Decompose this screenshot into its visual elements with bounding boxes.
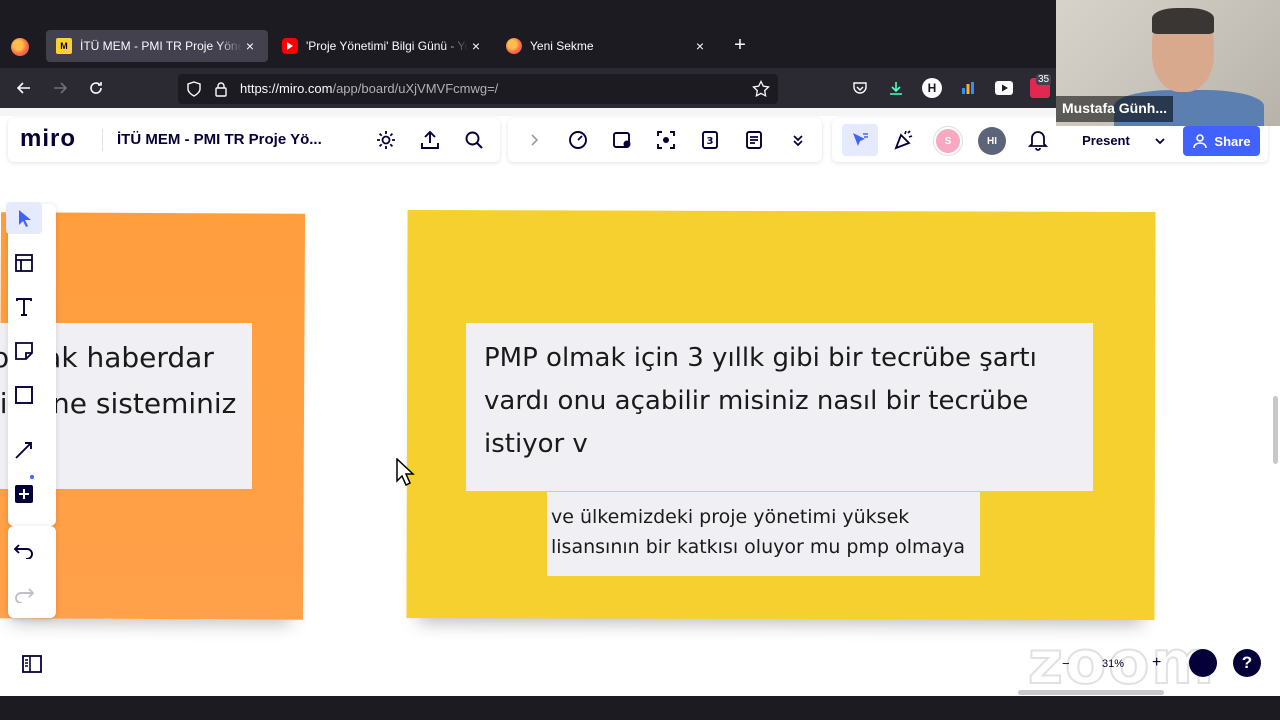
help-icon[interactable]: ? (1233, 649, 1261, 677)
url-bar[interactable]: https://miro.com/app/board/uXjVMVFcmwg=/ (178, 74, 778, 104)
redo-icon[interactable] (12, 582, 36, 606)
h-extension-icon[interactable]: H (922, 78, 942, 98)
download-icon[interactable] (886, 78, 906, 98)
url-path: /app/board/uXjVMVFcmwg=/ (332, 81, 499, 96)
user-icon (1193, 134, 1208, 149)
vertical-scrollbar[interactable] (1273, 396, 1278, 464)
back-button[interactable] (12, 76, 36, 100)
header-divider (102, 129, 103, 151)
undo-icon[interactable] (12, 538, 36, 562)
indicator-dot (30, 475, 34, 479)
close-icon[interactable]: × (242, 38, 258, 54)
text-card-question[interactable]: PMP olmak için 3 yıllk gibi bir tecrübe … (466, 323, 1093, 491)
zoom-level[interactable]: 31% (1102, 658, 1124, 670)
note-line: PMP olmak için 3 yıllk gibi bir tecrübe … (484, 343, 1037, 373)
share-label: Share (1214, 133, 1251, 149)
miro-board-canvas[interactable]: miro İTÜ MEM - PMI TR Proje Yö... 3 S HI… (0, 108, 1280, 696)
cursor-filter-icon[interactable] (842, 124, 878, 156)
chevron-down-icon[interactable] (1148, 129, 1172, 153)
svg-text:3: 3 (707, 136, 714, 147)
bookmark-star-icon[interactable] (752, 80, 770, 103)
person-hair (1152, 8, 1214, 34)
templates-icon[interactable] (12, 251, 36, 275)
share-button[interactable]: Share (1183, 126, 1260, 156)
tab-new[interactable]: Yeni Sekme × (496, 30, 718, 62)
extension-badge: 35 (1036, 74, 1052, 85)
notes-icon[interactable] (742, 128, 766, 152)
chevron-down-double-icon[interactable] (786, 128, 810, 152)
pocket-icon[interactable] (850, 78, 870, 98)
board-panel-icon[interactable] (8, 646, 56, 682)
chevron-right-icon[interactable] (522, 128, 546, 152)
miro-icon: M (56, 38, 72, 54)
forward-button[interactable] (48, 76, 72, 100)
note-line: vardı onu açabilir misiniz nasıl bir tec… (484, 386, 1029, 416)
search-icon[interactable] (462, 128, 486, 152)
present-button[interactable]: Present (1072, 130, 1140, 152)
tab-youtube[interactable]: 'Proje Yönetimi' Bilgi Günü - You × (272, 30, 494, 62)
new-tab-button[interactable]: + (730, 34, 750, 58)
tab-title: İTÜ MEM - PMI TR Proje Yönetim (80, 39, 242, 53)
note-line: lisansının bir katkısı oluyor mu pmp olm… (551, 536, 966, 558)
bell-icon[interactable] (1026, 128, 1050, 152)
url-text: https://miro.com/app/board/uXjVMVFcmwg=/ (240, 81, 498, 96)
firefox-menu-icon[interactable] (11, 38, 29, 56)
tab-title: Yeni Sekme (530, 39, 594, 53)
avatar[interactable]: HI (978, 127, 1006, 155)
add-more-icon[interactable] (12, 482, 36, 506)
shape-tool-icon[interactable] (12, 383, 36, 407)
mouse-cursor-icon (396, 457, 416, 491)
text-tool-icon[interactable] (12, 295, 36, 319)
miro-logo[interactable]: miro (20, 125, 76, 153)
fit-screen-icon[interactable] (1189, 649, 1217, 677)
tab-title: 'Proje Yönetimi' Bilgi Günü - You (306, 39, 468, 53)
avatar[interactable]: S (934, 127, 962, 155)
url-host: https://miro.com (240, 81, 333, 96)
cards-icon[interactable]: 3 (698, 128, 722, 152)
chart-extension-icon[interactable] (958, 78, 978, 98)
note-line: istiyor v (484, 429, 588, 459)
participant-name: Mustafa Günh... (1056, 96, 1173, 122)
firefox-icon (506, 38, 522, 54)
close-icon[interactable]: × (692, 38, 708, 54)
youtube-icon (282, 38, 298, 54)
zoom-out-button[interactable]: − (1062, 656, 1070, 671)
shield-icon[interactable] (186, 81, 202, 102)
timer-icon[interactable] (566, 128, 590, 152)
screen-share-icon[interactable] (654, 128, 678, 152)
reload-button[interactable] (84, 76, 108, 100)
voting-icon[interactable] (610, 128, 634, 152)
upload-export-icon[interactable] (418, 128, 442, 152)
play-extension-icon[interactable] (994, 78, 1014, 98)
tab-miro-board[interactable]: M İTÜ MEM - PMI TR Proje Yönetim × (46, 30, 268, 62)
celebrate-icon[interactable] (892, 128, 916, 152)
connection-line-icon[interactable] (12, 438, 36, 462)
sticky-note-tool-icon[interactable] (12, 339, 36, 363)
close-icon[interactable]: × (468, 38, 484, 54)
select-tool-icon[interactable] (6, 202, 42, 234)
bottom-bar (0, 696, 1280, 720)
settings-gear-icon[interactable] (374, 128, 398, 152)
note-line: ve ülkemizdeki proje yönetimi yüksek (551, 506, 910, 528)
lock-icon[interactable] (214, 81, 228, 102)
zoom-in-button[interactable]: + (1152, 654, 1161, 672)
board-title[interactable]: İTÜ MEM - PMI TR Proje Yö... (117, 131, 322, 148)
text-card-followup[interactable]: ve ülkemizdeki proje yönetimi yüksek lis… (547, 492, 980, 576)
